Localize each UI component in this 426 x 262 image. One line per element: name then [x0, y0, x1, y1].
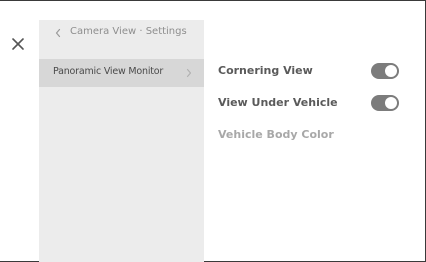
setting-label: View Under Vehicle [218, 96, 338, 109]
breadcrumb-label: Camera View · Settings [70, 26, 187, 37]
setting-row-vehicle-body-color[interactable]: Vehicle Body Color [218, 124, 408, 148]
toggle-knob [385, 97, 397, 109]
chevron-right-icon [186, 68, 192, 78]
chevron-left-icon [55, 28, 61, 38]
toggle-knob [385, 65, 397, 77]
breadcrumb-back-button[interactable]: Camera View · Settings [39, 20, 204, 46]
sidebar-item-panoramic-view-monitor[interactable]: Panoramic View Monitor [39, 59, 204, 87]
close-icon [12, 38, 24, 50]
view-under-vehicle-toggle[interactable] [371, 95, 399, 111]
setting-row-view-under-vehicle: View Under Vehicle [218, 92, 408, 116]
settings-sidebar [39, 20, 204, 262]
sidebar-item-label: Panoramic View Monitor [53, 66, 164, 77]
setting-label: Vehicle Body Color [218, 128, 334, 141]
cornering-view-toggle[interactable] [371, 63, 399, 79]
setting-row-cornering-view: Cornering View [218, 60, 408, 84]
setting-label: Cornering View [218, 64, 313, 77]
close-button[interactable] [8, 34, 28, 54]
